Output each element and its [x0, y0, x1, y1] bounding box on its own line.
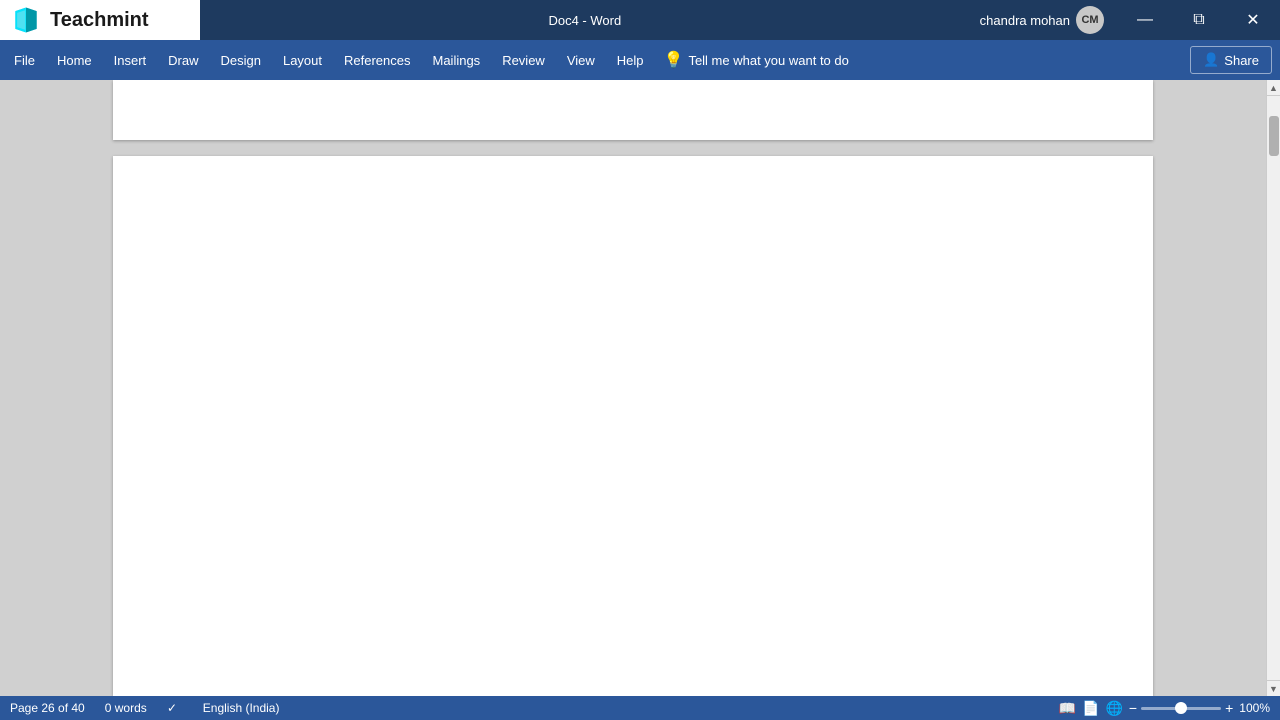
document-container [0, 80, 1266, 696]
status-right: 📖 📄 🌐 − + 100% [1059, 700, 1270, 717]
title-bar: Teachmint Doc4 - Word chandra mohan CM —… [0, 0, 1280, 40]
document-title: Doc4 - Word [200, 13, 970, 28]
user-initials: CM [1081, 14, 1098, 26]
zoom-level[interactable]: 100% [1239, 701, 1270, 715]
scroll-thumb[interactable] [1269, 116, 1279, 156]
logo-area: Teachmint [0, 0, 200, 40]
user-name: chandra mohan [980, 13, 1070, 28]
close-button[interactable]: ✕ [1230, 0, 1276, 40]
vertical-scrollbar[interactable]: ▲ ▼ [1266, 80, 1280, 696]
menu-mailings[interactable]: Mailings [423, 47, 491, 74]
menu-home[interactable]: Home [47, 47, 102, 74]
share-button[interactable]: 👤 Share [1190, 46, 1272, 74]
read-mode-icon[interactable]: 📖 [1059, 700, 1076, 717]
share-label: Share [1224, 53, 1259, 68]
lightbulb-icon: 💡 [664, 50, 684, 70]
share-person-icon: 👤 [1203, 52, 1219, 68]
menu-draw[interactable]: Draw [158, 47, 208, 74]
page-count[interactable]: Page 26 of 40 [10, 701, 85, 715]
title-right: chandra mohan CM — ⧉ ✕ [970, 0, 1280, 40]
zoom-out-button[interactable]: − [1129, 700, 1137, 716]
zoom-in-button[interactable]: + [1225, 700, 1233, 716]
menu-layout[interactable]: Layout [273, 47, 332, 74]
user-avatar: CM [1076, 6, 1104, 34]
menu-bar: File Home Insert Draw Design Layout Refe… [0, 40, 1280, 80]
menu-view[interactable]: View [557, 47, 605, 74]
language[interactable]: English (India) [203, 701, 280, 715]
menu-review[interactable]: Review [492, 47, 555, 74]
menu-references[interactable]: References [334, 47, 420, 74]
proofing-icon: ✓ [167, 700, 183, 717]
scroll-up-arrow[interactable]: ▲ [1267, 80, 1280, 96]
zoom-slider[interactable] [1141, 707, 1221, 710]
menu-insert[interactable]: Insert [104, 47, 157, 74]
logo-text: Teachmint [50, 9, 149, 32]
scroll-down-arrow[interactable]: ▼ [1267, 680, 1280, 696]
zoom-control[interactable]: − + [1129, 700, 1233, 716]
print-layout-icon[interactable]: 📄 [1082, 700, 1099, 717]
tell-me-search[interactable]: 💡 Tell me what you want to do [664, 50, 849, 70]
content-area: ▲ ▼ [0, 80, 1280, 696]
tell-me-text: Tell me what you want to do [688, 53, 848, 68]
menu-file[interactable]: File [4, 47, 45, 74]
menu-design[interactable]: Design [211, 47, 271, 74]
document-page[interactable] [113, 156, 1153, 696]
svg-text:✓: ✓ [167, 701, 177, 714]
zoom-thumb[interactable] [1175, 702, 1187, 714]
user-area[interactable]: chandra mohan CM [970, 6, 1114, 34]
web-layout-icon[interactable]: 🌐 [1105, 700, 1122, 717]
teachmint-logo-icon [10, 4, 42, 36]
restore-button[interactable]: ⧉ [1176, 0, 1222, 40]
word-count[interactable]: 0 words [105, 701, 147, 715]
minimize-button[interactable]: — [1122, 0, 1168, 40]
scroll-track[interactable] [1267, 96, 1280, 680]
menu-help[interactable]: Help [607, 47, 654, 74]
page-top[interactable] [113, 80, 1153, 140]
status-bar: Page 26 of 40 0 words ✓ English (India) … [0, 696, 1280, 720]
